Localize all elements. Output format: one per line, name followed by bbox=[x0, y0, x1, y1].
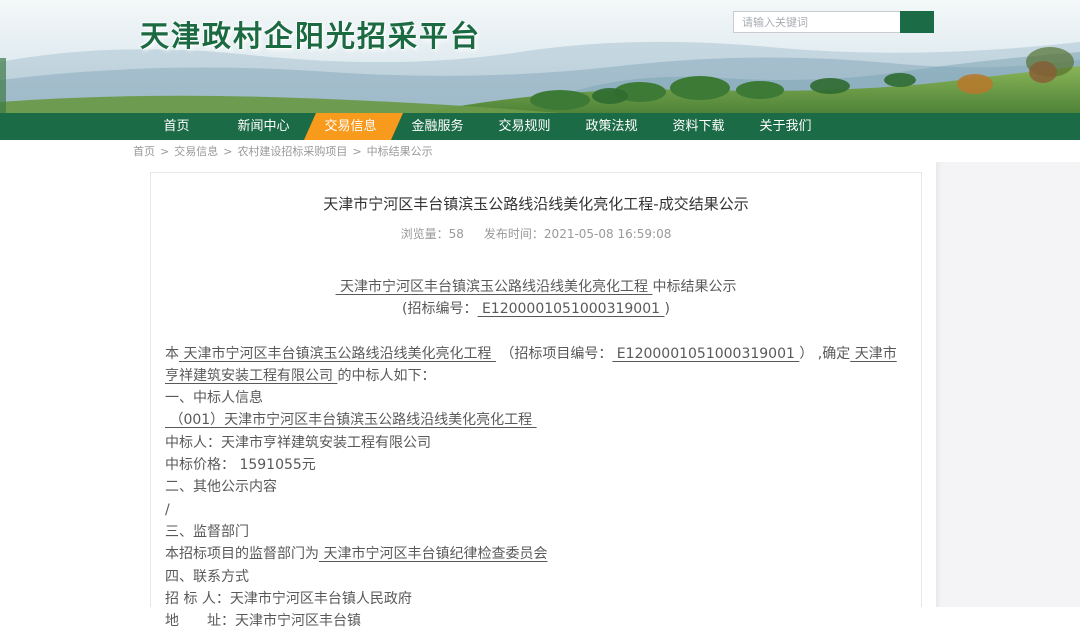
nav-item-新闻中心[interactable]: 新闻中心 bbox=[220, 113, 307, 140]
breadcrumb-separator: > bbox=[352, 145, 361, 158]
text: 中标人：天津市亨祥建筑安装工程有限公司 bbox=[165, 435, 431, 451]
text: 本 bbox=[165, 346, 179, 362]
site-title: 天津政村企阳光招采平台 bbox=[140, 13, 481, 55]
nav-item-label: 首页 bbox=[163, 119, 189, 134]
nav-item-首页[interactable]: 首页 bbox=[133, 113, 220, 140]
nav-item-label: 交易规则 bbox=[498, 119, 550, 134]
article-body: 天津市宁河区丰台镇滨玉公路线沿线美化亮化工程 中标结果公示(招标编号： E120… bbox=[165, 276, 907, 632]
nav-item-label: 新闻中心 bbox=[237, 119, 289, 134]
text: (招标编号： bbox=[402, 301, 477, 317]
text: 一、中标人信息 bbox=[165, 390, 263, 406]
breadcrumb: 首页 > 交易信息 > 农村建设招标采购项目 > 中标结果公示 bbox=[0, 140, 1080, 162]
article-line: 天津市宁河区丰台镇滨玉公路线沿线美化亮化工程 中标结果公示 bbox=[165, 276, 907, 298]
article-line: / bbox=[165, 499, 907, 521]
nav-item-政策法规[interactable]: 政策法规 bbox=[568, 113, 655, 140]
article-line: 三、监督部门 bbox=[165, 521, 907, 543]
underlined-text: E1200001051000319001 bbox=[612, 346, 799, 362]
nav-item-金融服务[interactable]: 金融服务 bbox=[394, 113, 481, 140]
publish-time: 2021-05-08 16:59:08 bbox=[544, 227, 671, 241]
article-line: 四、联系方式 bbox=[165, 566, 907, 588]
text: / bbox=[165, 502, 170, 518]
underlined-text: 天津市宁河区丰台镇纪律检查委员会 bbox=[319, 546, 547, 562]
text: 中标价格： 1591055元 bbox=[165, 457, 316, 473]
blank-line bbox=[165, 321, 907, 343]
article-line: 中标价格： 1591055元 bbox=[165, 454, 907, 476]
breadcrumb-item[interactable]: 首页 bbox=[133, 143, 155, 159]
article-line: （001）天津市宁河区丰台镇滨玉公路线沿线美化亮化工程 bbox=[165, 409, 907, 431]
nav-item-label: 资料下载 bbox=[672, 119, 724, 134]
nav-item-label: 政策法规 bbox=[585, 119, 637, 134]
text: 的中标人如下： bbox=[337, 368, 435, 384]
text: 本招标项目的监督部门为 bbox=[165, 546, 319, 562]
main-area: 天津市宁河区丰台镇滨玉公路线沿线美化亮化工程-成交结果公示 浏览量：58 发布时间… bbox=[0, 162, 1080, 607]
article-title: 天津市宁河区丰台镇滨玉公路线沿线美化亮化工程-成交结果公示 bbox=[165, 193, 907, 215]
nav-item-资料下载[interactable]: 资料下载 bbox=[655, 113, 742, 140]
main-nav: 首页 新闻中心 交易信息 金融服务 交易规则 政策法规 资料下载 关于我们 bbox=[0, 113, 1080, 140]
views-label: 浏览量： bbox=[401, 227, 449, 241]
publish-time-label: 发布时间： bbox=[484, 227, 544, 241]
underlined-text: E1200001051000319001 bbox=[478, 301, 665, 317]
views-count: 58 bbox=[449, 227, 464, 241]
breadcrumb-item[interactable]: 农村建设招标采购项目 bbox=[237, 143, 347, 159]
breadcrumb-separator: > bbox=[223, 145, 232, 158]
breadcrumb-item: 中标结果公示 bbox=[367, 143, 433, 159]
article-line: 中标人：天津市亨祥建筑安装工程有限公司 bbox=[165, 432, 907, 454]
text: ） ,确定 bbox=[799, 346, 850, 362]
text: ) bbox=[664, 301, 669, 317]
text: 中标结果公示 bbox=[652, 279, 736, 295]
text: 二、其他公示内容 bbox=[165, 479, 277, 495]
right-gray-background bbox=[936, 162, 1080, 607]
nav-item-label: 金融服务 bbox=[411, 119, 463, 134]
article-line: 二、其他公示内容 bbox=[165, 476, 907, 498]
breadcrumb-separator: > bbox=[160, 145, 169, 158]
nav-item-关于我们[interactable]: 关于我们 bbox=[742, 113, 829, 140]
text: 三、监督部门 bbox=[165, 524, 249, 540]
nav-item-交易规则[interactable]: 交易规则 bbox=[481, 113, 568, 140]
article-panel: 天津市宁河区丰台镇滨玉公路线沿线美化亮化工程-成交结果公示 浏览量：58 发布时间… bbox=[150, 172, 922, 607]
article-line: 一、中标人信息 bbox=[165, 387, 907, 409]
article-line: 本 天津市宁河区丰台镇滨玉公路线沿线美化亮化工程 （招标项目编号： E12000… bbox=[165, 343, 907, 388]
article-line: 地 址：天津市宁河区丰台镇 bbox=[165, 610, 907, 632]
search-button[interactable] bbox=[900, 11, 934, 33]
text: 招 标 人：天津市宁河区丰台镇人民政府 bbox=[165, 591, 412, 607]
underlined-text: 天津市宁河区丰台镇滨玉公路线沿线美化亮化工程 bbox=[336, 279, 653, 295]
article-line: 本招标项目的监督部门为 天津市宁河区丰台镇纪律检查委员会 bbox=[165, 543, 907, 565]
text: （招标项目编号： bbox=[496, 346, 612, 362]
text: 地 址：天津市宁河区丰台镇 bbox=[165, 613, 361, 629]
header-banner: 天津政村企阳光招采平台 bbox=[0, 0, 1080, 113]
article-meta: 浏览量：58 发布时间：2021-05-08 16:59:08 bbox=[165, 225, 907, 242]
underlined-text: （001）天津市宁河区丰台镇滨玉公路线沿线美化亮化工程 bbox=[165, 412, 537, 428]
nav-item-label: 交易信息 bbox=[324, 119, 376, 134]
underlined-text: 天津市宁河区丰台镇滨玉公路线沿线美化亮化工程 bbox=[179, 346, 496, 362]
text: 四、联系方式 bbox=[165, 569, 249, 585]
article-line: (招标编号： E1200001051000319001 ) bbox=[165, 298, 907, 320]
nav-item-交易信息[interactable]: 交易信息 bbox=[307, 113, 394, 140]
search-bar bbox=[733, 11, 934, 33]
search-icon bbox=[733, 11, 1080, 113]
nav-item-label: 关于我们 bbox=[759, 119, 811, 134]
breadcrumb-item[interactable]: 交易信息 bbox=[174, 143, 218, 159]
